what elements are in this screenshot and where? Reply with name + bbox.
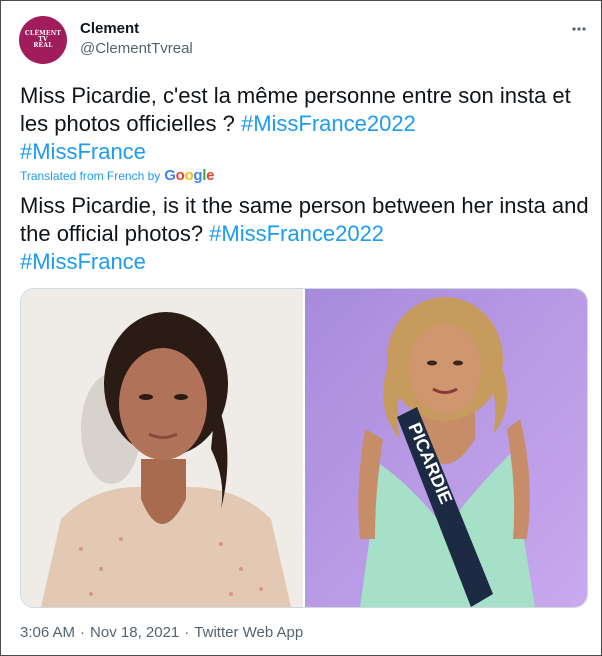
photo-official[interactable]: PICARDIE	[305, 289, 587, 607]
hashtag-missfrance2022-translated[interactable]: #MissFrance2022	[209, 221, 384, 246]
tweet-text-original: Miss Picardie, c'est la même personne en…	[20, 82, 590, 166]
photo-instagram-image	[21, 289, 303, 607]
avatar-logo-text: CLÉMENT TV RÉAL	[25, 31, 61, 49]
source-separator: ·	[184, 624, 190, 641]
hashtag-missfrance[interactable]: #MissFrance	[20, 139, 146, 164]
author-handle[interactable]: @ClementTvreal	[80, 40, 193, 58]
more-options-button[interactable]	[569, 19, 589, 39]
google-logo-letter: o	[175, 167, 185, 184]
tweet-timestamp: 3:06 AM · Nov 18, 2021 · Twitter Web App	[20, 624, 303, 642]
google-logo: Google	[164, 167, 214, 185]
google-logo-letter: g	[193, 167, 203, 184]
avatar[interactable]: CLÉMENT TV RÉAL	[19, 16, 67, 64]
tweet-text-translated: Miss Picardie, is it the same person bet…	[20, 192, 590, 276]
tweet-date[interactable]: Nov 18, 2021	[90, 624, 179, 642]
photo-instagram[interactable]	[21, 289, 303, 607]
tweet-source[interactable]: Twitter Web App	[194, 624, 303, 642]
tweet-card: CLÉMENT TV RÉAL Clement @ClementTvreal M…	[0, 0, 602, 656]
google-logo-letter: e	[206, 167, 215, 184]
timestamp-separator: ·	[80, 624, 86, 641]
author-display-name[interactable]: Clement	[80, 20, 139, 38]
tweet-time[interactable]: 3:06 AM	[20, 624, 75, 642]
hashtag-missfrance-translated[interactable]: #MissFrance	[20, 249, 146, 274]
google-logo-letter: G	[164, 167, 176, 184]
translation-note-label: Translated from French by	[20, 169, 161, 183]
photo-official-image: PICARDIE	[305, 289, 587, 607]
media-grid: PICARDIE	[20, 288, 588, 608]
more-horizontal-icon	[572, 27, 586, 31]
hashtag-missfrance2022[interactable]: #MissFrance2022	[241, 111, 416, 136]
translation-note[interactable]: Translated from French by Google	[20, 167, 215, 185]
avatar-line-3: RÉAL	[33, 42, 53, 49]
